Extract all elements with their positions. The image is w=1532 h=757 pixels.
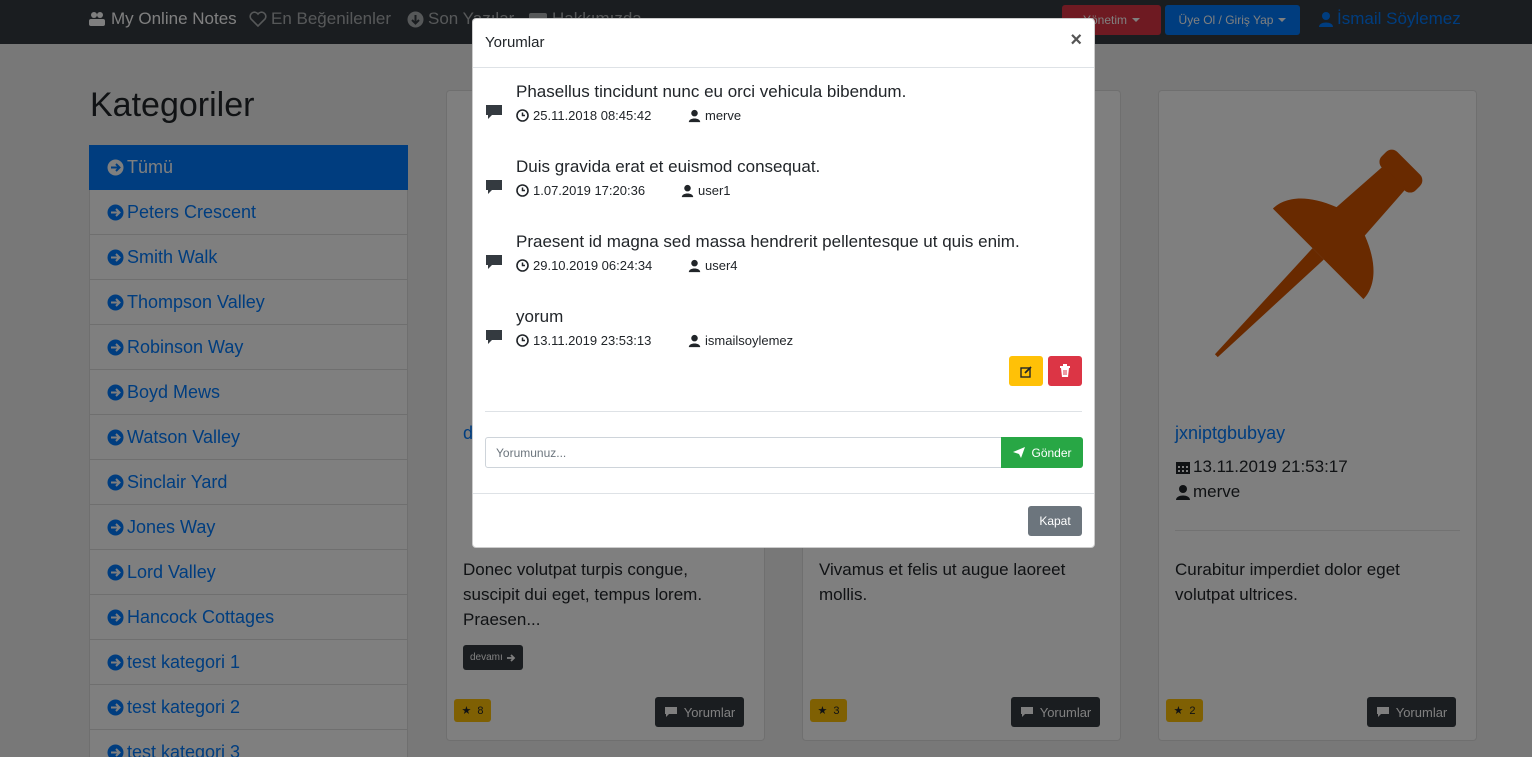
user-icon — [688, 334, 701, 347]
clock-icon — [516, 109, 529, 122]
comment-meta: 25.11.2018 08:45:42 merve — [516, 108, 741, 123]
trash-icon — [1060, 364, 1070, 377]
delete-comment-button[interactable] — [1048, 356, 1082, 386]
clock-icon — [516, 259, 529, 272]
comment-user: ismailsoylemez — [705, 333, 794, 348]
close-icon[interactable]: × — [1070, 29, 1082, 52]
clock-icon — [516, 334, 529, 347]
comment-text: Praesent id magna sed massa hendrerit pe… — [516, 232, 1020, 251]
comment-text: Phasellus tincidunt nunc eu orci vehicul… — [516, 82, 907, 101]
comment-icon — [486, 180, 502, 194]
clock-icon — [516, 184, 529, 197]
comment-user: user1 — [698, 183, 731, 198]
send-label: Gönder — [1031, 445, 1072, 460]
paper-plane-icon — [1013, 447, 1026, 458]
comment-date: 29.10.2019 06:24:34 — [533, 258, 653, 273]
close-modal-button[interactable]: Kapat — [1028, 506, 1082, 536]
comment-user: merve — [705, 108, 742, 123]
comment-text: Duis gravida erat et euismod consequat. — [516, 157, 821, 176]
comment-meta: 29.10.2019 06:24:34 user4 — [516, 258, 738, 273]
modal-footer: Kapat — [473, 493, 1094, 549]
comment-text: yorum — [516, 307, 564, 326]
user-icon — [681, 184, 694, 197]
modal-title: Yorumlar — [485, 34, 545, 51]
divider — [485, 411, 1082, 412]
comments-modal: Yorumlar × Phasellus tincidunt nunc eu o… — [472, 18, 1095, 548]
comment-icon — [486, 330, 502, 344]
modal-header: Yorumlar × — [473, 19, 1094, 68]
comment-user: user4 — [705, 258, 738, 273]
comment-meta: 13.11.2019 23:53:13 ismailsoylemez — [516, 333, 793, 348]
send-comment-button[interactable]: Gönder — [1001, 437, 1083, 468]
comment-date: 1.07.2019 17:20:36 — [533, 183, 646, 198]
comment-icon — [486, 255, 502, 269]
comment-icon — [486, 105, 502, 119]
edit-icon — [1019, 365, 1032, 378]
comment-meta: 1.07.2019 17:20:36 user1 — [516, 183, 731, 198]
user-icon — [688, 259, 701, 272]
comment-date: 25.11.2018 08:45:42 — [533, 108, 652, 123]
user-icon — [688, 109, 701, 122]
comment-input[interactable] — [485, 437, 1002, 468]
comment-actions — [1009, 356, 1082, 386]
comment-date: 13.11.2019 23:53:13 — [533, 333, 652, 348]
edit-comment-button[interactable] — [1009, 356, 1043, 386]
